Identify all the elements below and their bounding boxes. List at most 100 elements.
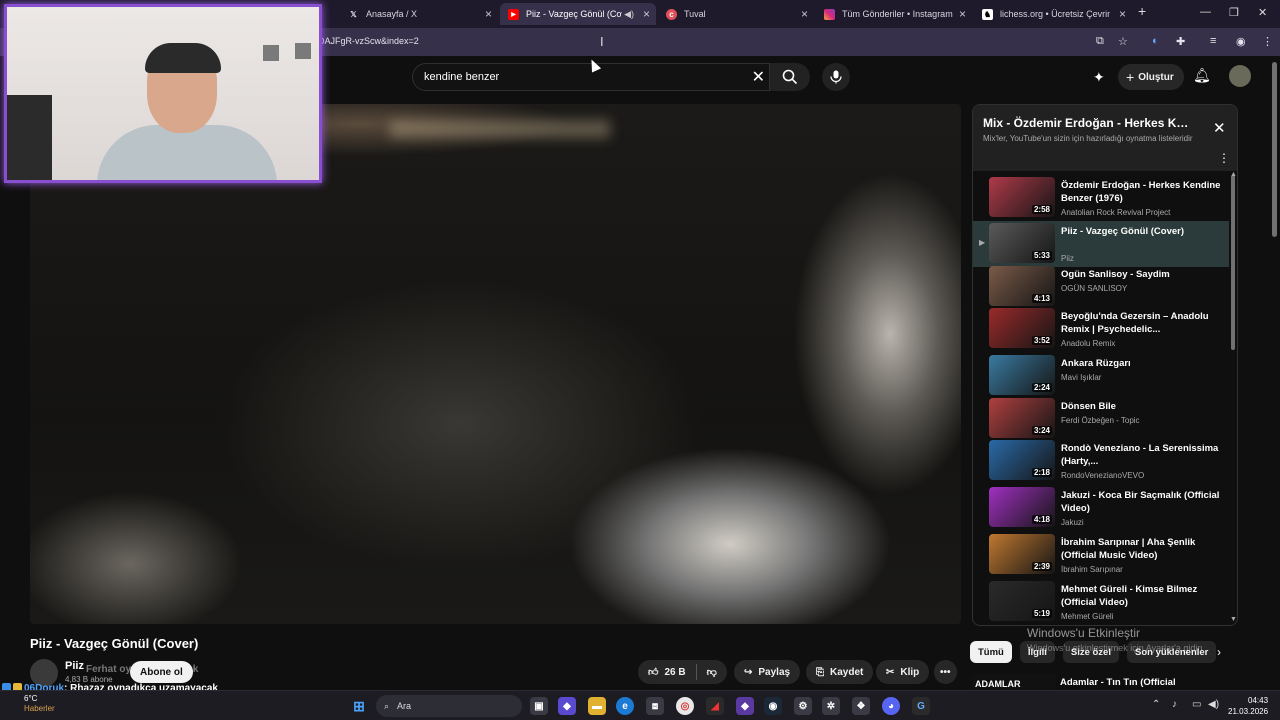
voice-search-button[interactable]	[822, 63, 850, 91]
file-explorer-icon[interactable]: ▬	[588, 697, 606, 715]
scroll-up-icon[interactable]: ▲	[1230, 171, 1237, 178]
mix-playlist-item[interactable]: 2:24 Ankara Rüzgarı Mavi Işıklar	[973, 353, 1229, 399]
mix-item-thumbnail[interactable]: 3:52	[989, 308, 1055, 348]
page-scrollbar[interactable]	[1272, 62, 1277, 237]
media-control-icon[interactable]: ≡	[1210, 35, 1216, 47]
store-icon[interactable]: ⧈	[646, 697, 664, 715]
weather-temperature[interactable]: 6°C	[24, 694, 37, 703]
account-avatar[interactable]	[1229, 65, 1251, 87]
tray-mic-icon[interactable]: ♪	[1172, 699, 1177, 710]
mix-item-thumbnail[interactable]: 4:18	[989, 487, 1055, 527]
system-clock[interactable]: 04:43 21.03.2026	[1228, 695, 1268, 717]
windows-start-icon[interactable]: ⊞	[350, 697, 368, 715]
close-icon[interactable]: ×	[959, 7, 966, 21]
close-icon[interactable]: ×	[1119, 7, 1126, 21]
tab-instagram[interactable]: Tüm Gönderiler • Instagram ×	[816, 3, 972, 25]
install-app-icon[interactable]: ⧉	[1096, 35, 1104, 48]
mix-item-thumbnail[interactable]: 3:24	[989, 398, 1055, 438]
close-window-icon[interactable]: ✕	[1258, 6, 1267, 19]
notifications-bell-icon[interactable]: 🔔︎	[1193, 67, 1211, 84]
chrome-icon[interactable]: ◎	[676, 697, 694, 715]
subscribe-button[interactable]: Abone ol	[130, 661, 193, 683]
extension-icon[interactable]: ◐	[1152, 35, 1159, 47]
mix-item-title[interactable]: Mehmet Güreli - Kimse Bilmez (Official V…	[1061, 583, 1221, 609]
close-icon[interactable]: ×	[801, 7, 808, 21]
tray-chevron-icon[interactable]: ⌃	[1152, 699, 1160, 710]
scroll-down-icon[interactable]: ▼	[1230, 616, 1237, 623]
more-vert-icon[interactable]: ⋮	[1218, 151, 1230, 165]
audio-icon[interactable]: ◀)	[624, 9, 634, 20]
mix-playlist-item[interactable]: 3:52 Beyoğlu'nda Gezersin – Anadolu Remix…	[973, 306, 1229, 352]
browser-menu-icon[interactable]: ⋮	[1262, 35, 1273, 48]
mix-item-title[interactable]: İbrahim Sarıpınar | Aha Şenlik (Official…	[1061, 536, 1221, 562]
mix-playlist-item[interactable]: 2:18 Rondò Veneziano - La Serenissima (Ha…	[973, 438, 1229, 484]
mix-item-thumbnail[interactable]: 2:39	[989, 534, 1055, 574]
app-icon[interactable]: ⚙	[794, 697, 812, 715]
app-icon[interactable]: G	[912, 697, 930, 715]
mix-playlist-item[interactable]: 2:39 İbrahim Sarıpınar | Aha Şenlik (Offi…	[973, 532, 1229, 578]
new-tab-button[interactable]: +	[1138, 3, 1146, 19]
app-icon[interactable]: ❖	[852, 697, 870, 715]
bookmark-star-icon[interactable]: ☆	[1118, 35, 1128, 48]
discord-icon[interactable]: ◕	[882, 697, 900, 715]
settings-icon[interactable]: ✲	[822, 697, 840, 715]
weather-news[interactable]: Haberler	[24, 704, 55, 713]
steam-icon[interactable]: ◉	[764, 697, 782, 715]
mix-item-thumbnail[interactable]: 2:18	[989, 440, 1055, 480]
panel-scrollbar[interactable]	[1231, 175, 1235, 350]
mix-playlist-item[interactable]: 5:19 Mehmet Güreli - Kimse Bilmez (Offici…	[973, 579, 1229, 625]
close-icon[interactable]: ✕	[1213, 119, 1226, 137]
next-video-title[interactable]: Adamlar - Tın Tın (Official	[1060, 677, 1176, 688]
chevron-right-icon[interactable]: ›	[1217, 645, 1221, 659]
media-app-icon[interactable]: ◢	[706, 697, 724, 715]
mix-item-title[interactable]: Ankara Rüzgarı	[1061, 357, 1221, 370]
chip-all[interactable]: Tümü	[970, 641, 1012, 663]
mix-item-title[interactable]: Piiz - Vazgeç Gönül (Cover)	[1061, 225, 1221, 238]
like-count[interactable]: 26 B	[664, 667, 685, 678]
volume-icon[interactable]: ◀)	[1208, 699, 1219, 710]
clip-button[interactable]: ✂ Klip	[876, 660, 930, 684]
mix-playlist-item[interactable]: ▶ 5:33 Piiz - Vazgeç Gönül (Cover) Piiz	[973, 221, 1229, 267]
mix-item-thumbnail[interactable]: 2:58	[989, 177, 1055, 217]
mix-item-title[interactable]: Rondò Veneziano - La Serenissima (Harty,…	[1061, 442, 1221, 468]
search-button[interactable]	[770, 63, 810, 91]
mix-playlist-item[interactable]: 4:18 Jakuzi - Koca Bir Saçmalık (Official…	[973, 485, 1229, 531]
mix-playlist-item[interactable]: 2:58 Özdemir Erdoğan - Herkes Kendine Ben…	[973, 175, 1229, 221]
mix-item-thumbnail[interactable]: 5:33	[989, 223, 1055, 263]
minimize-icon[interactable]: —	[1200, 6, 1211, 18]
profile-avatar-icon[interactable]: ◉	[1236, 35, 1246, 48]
create-button[interactable]: + Oluştur	[1118, 64, 1184, 90]
mix-item-thumbnail[interactable]: 2:24	[989, 355, 1055, 395]
share-button[interactable]: ↪ Paylaş	[734, 660, 801, 684]
thumbs-up-icon[interactable]: 👍︎	[648, 666, 658, 678]
channel-name[interactable]: Piiz	[65, 660, 84, 672]
save-button[interactable]: ⎘ Kaydet	[806, 660, 874, 684]
task-view-icon[interactable]: ▣	[530, 697, 548, 715]
clear-search-icon[interactable]: ✕	[752, 67, 765, 87]
close-icon[interactable]: ×	[485, 7, 492, 21]
mix-item-title[interactable]: Özdemir Erdoğan - Herkes Kendine Benzer …	[1061, 179, 1221, 205]
mix-item-title[interactable]: Beyoğlu'nda Gezersin – Anadolu Remix | P…	[1061, 310, 1221, 336]
restore-icon[interactable]: ❐	[1229, 6, 1239, 19]
cast-icon[interactable]: ✦	[1093, 69, 1105, 86]
mix-title[interactable]: Mix - Özdemir Erdoğan - Herkes Kendine B…	[983, 116, 1193, 130]
close-icon[interactable]: ×	[643, 7, 650, 21]
tab-x[interactable]: 𝕏 Anasayfa / X ×	[340, 3, 498, 25]
tab-lichess[interactable]: ♞ lichess.org • Ücretsiz Çevrimiçi ×	[974, 3, 1132, 25]
url-text[interactable]: DAJFgR-vzScw&index=2	[318, 36, 419, 46]
mix-playlist-item[interactable]: 4:13 Ogün Sanlisoy - Saydim OGÜN SANLISOY	[973, 264, 1229, 310]
network-icon[interactable]: ▭	[1192, 699, 1201, 710]
mix-item-title[interactable]: Dönsen Bile	[1061, 400, 1221, 413]
edge-icon[interactable]: e	[616, 697, 634, 715]
tab-canva[interactable]: c Tuval ×	[658, 3, 814, 25]
widgets-icon[interactable]: ◆	[558, 697, 576, 715]
thumbs-down-icon[interactable]: 👎︎	[707, 666, 717, 678]
mix-item-thumbnail[interactable]: 5:19	[989, 581, 1055, 621]
extensions-puzzle-icon[interactable]: ✚	[1176, 35, 1185, 48]
search-input[interactable]: kendine benzer	[424, 71, 499, 83]
tab-youtube[interactable]: ▶ Piiz - Vazgeç Gönül (Cover) ◀) ×	[500, 3, 656, 25]
mix-item-title[interactable]: Jakuzi - Koca Bir Saçmalık (Official Vid…	[1061, 489, 1221, 515]
mix-playlist-item[interactable]: 3:24 Dönsen Bile Ferdi Özbeğen - Topic	[973, 396, 1229, 442]
mix-item-thumbnail[interactable]: 4:13	[989, 266, 1055, 306]
app-icon[interactable]: ◆	[736, 697, 754, 715]
